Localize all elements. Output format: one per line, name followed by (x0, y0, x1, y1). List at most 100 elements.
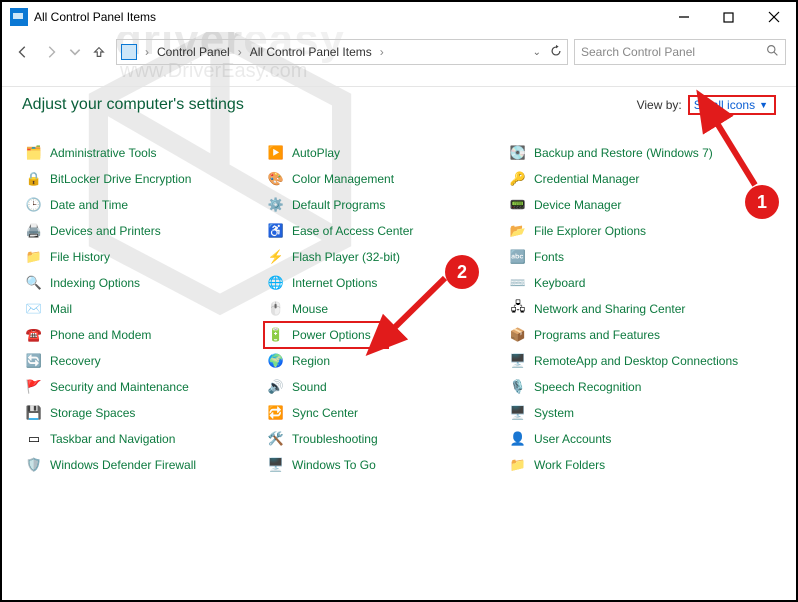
cp-item-indexing-options[interactable]: 🔍Indexing Options (22, 270, 262, 296)
item-label: Speech Recognition (534, 380, 641, 394)
item-label: BitLocker Drive Encryption (50, 172, 191, 186)
nav-up-button[interactable] (88, 41, 110, 63)
item-icon: 🖨️ (26, 223, 42, 239)
cp-item-bitlocker-drive-encryption[interactable]: 🔒 BitLocker Drive Encryption (22, 166, 262, 192)
cp-item-troubleshooting[interactable]: 🛠️Troubleshooting (264, 426, 504, 452)
item-icon: 🌐 (268, 275, 284, 291)
item-label: RemoteApp and Desktop Connections (534, 354, 738, 368)
nav-forward-button[interactable] (40, 41, 62, 63)
item-icon: 📁 (510, 457, 526, 473)
item-label: Ease of Access Center (292, 224, 413, 238)
item-label: Sync Center (292, 406, 358, 420)
item-label: Fonts (534, 250, 564, 264)
nav-back-button[interactable] (12, 41, 34, 63)
chevron-right-icon[interactable]: › (141, 45, 153, 59)
control-panel-icon (121, 44, 137, 60)
cp-item-storage-spaces[interactable]: 💾Storage Spaces (22, 400, 262, 426)
item-icon: 🚩 (26, 379, 42, 395)
refresh-button[interactable] (549, 44, 563, 61)
cp-item-fonts[interactable]: 🔤 Fonts (506, 244, 746, 270)
annotation-badge-2: 2 (445, 255, 479, 289)
item-icon: ✉️ (26, 301, 42, 317)
item-icon: 🎨 (268, 171, 284, 187)
window-title: All Control Panel Items (34, 10, 661, 24)
cp-item-taskbar-and-navigation[interactable]: ▭Taskbar and Navigation (22, 426, 262, 452)
search-input[interactable]: Search Control Panel (574, 39, 786, 65)
cp-item-phone-and-modem[interactable]: ☎️Phone and Modem (22, 322, 262, 348)
history-dropdown-button[interactable]: ⌄ (533, 47, 541, 58)
search-placeholder: Search Control Panel (581, 45, 695, 59)
item-label: Color Management (292, 172, 394, 186)
breadcrumb-seg[interactable]: Control Panel (157, 45, 230, 59)
cp-item-administrative-tools[interactable]: 🗂️ Administrative Tools (22, 140, 262, 166)
item-label: Power Options (292, 328, 371, 342)
cp-item-network-and-sharing-center[interactable]: 🖧Network and Sharing Center (506, 296, 746, 322)
item-icon: 🖧 (510, 301, 526, 317)
cp-item-system[interactable]: 🖥️ System (506, 400, 746, 426)
cp-item-keyboard[interactable]: ⌨️Keyboard (506, 270, 746, 296)
view-by-label: View by: (637, 98, 682, 112)
item-label: Devices and Printers (50, 224, 161, 238)
cp-item-device-manager[interactable]: 📟 Device Manager (506, 192, 746, 218)
cp-item-devices-and-printers[interactable]: 🖨️ Devices and Printers (22, 218, 262, 244)
cp-item-sync-center[interactable]: 🔁Sync Center (264, 400, 504, 426)
item-label: Windows To Go (292, 458, 376, 472)
cp-item-power-options[interactable]: 🔋Power Options (264, 322, 388, 348)
cp-item-default-programs[interactable]: ⚙️Default Programs (264, 192, 504, 218)
item-label: Device Manager (534, 198, 621, 212)
chevron-right-icon[interactable]: › (234, 45, 246, 59)
item-icon: 🗂️ (26, 145, 42, 161)
cp-item-file-explorer-options[interactable]: 📂File Explorer Options (506, 218, 746, 244)
item-label: Administrative Tools (50, 146, 157, 160)
item-label: Security and Maintenance (50, 380, 189, 394)
item-icon: 📦 (510, 327, 526, 343)
item-icon: ♿ (268, 223, 284, 239)
cp-item-sound[interactable]: 🔊Sound (264, 374, 504, 400)
item-icon: 🔒 (26, 171, 42, 187)
item-label: Work Folders (534, 458, 605, 472)
cp-item-windows-defender-firewall[interactable]: 🛡️Windows Defender Firewall (22, 452, 262, 478)
annotation-badge-1: 1 (745, 185, 779, 219)
cp-item-windows-to-go[interactable]: 🖥️Windows To Go (264, 452, 504, 478)
cp-item-mail[interactable]: ✉️ Mail (22, 296, 262, 322)
cp-item-remoteapp-and-desktop-connections[interactable]: 🖥️RemoteApp and Desktop Connections (506, 348, 746, 374)
view-by-dropdown[interactable]: Small icons ▼ (688, 95, 776, 115)
item-icon: 📟 (510, 197, 526, 213)
item-label: Region (292, 354, 330, 368)
cp-item-user-accounts[interactable]: 👤User Accounts (506, 426, 746, 452)
cp-item-security-and-maintenance[interactable]: 🚩 Security and Maintenance (22, 374, 262, 400)
cp-item-credential-manager[interactable]: 🔑Credential Manager (506, 166, 746, 192)
item-icon: 🔍 (26, 275, 42, 291)
nav-recent-button[interactable] (68, 41, 82, 63)
cp-item-autoplay[interactable]: ▶️AutoPlay (264, 140, 504, 166)
cp-item-programs-and-features[interactable]: 📦Programs and Features (506, 322, 746, 348)
cp-item-file-history[interactable]: 📁File History (22, 244, 262, 270)
cp-item-mouse[interactable]: 🖱️Mouse (264, 296, 504, 322)
cp-item-work-folders[interactable]: 📁 Work Folders (506, 452, 746, 478)
breadcrumb[interactable]: › Control Panel › All Control Panel Item… (116, 39, 568, 65)
view-by-value: Small icons (694, 98, 755, 112)
cp-item-recovery[interactable]: 🔄Recovery (22, 348, 262, 374)
breadcrumb-seg[interactable]: All Control Panel Items (250, 45, 372, 59)
close-button[interactable] (751, 2, 796, 32)
cp-item-color-management[interactable]: 🎨 Color Management (264, 166, 504, 192)
item-icon: 🔤 (510, 249, 526, 265)
maximize-button[interactable] (706, 2, 751, 32)
cp-item-speech-recognition[interactable]: 🎙️Speech Recognition (506, 374, 746, 400)
item-label: Default Programs (292, 198, 385, 212)
item-icon: ▶️ (268, 145, 284, 161)
item-label: Mail (50, 302, 72, 316)
chevron-right-icon[interactable]: › (376, 45, 388, 59)
cp-item-ease-of-access-center[interactable]: ♿ Ease of Access Center (264, 218, 504, 244)
cp-item-date-and-time[interactable]: 🕒Date and Time (22, 192, 262, 218)
cp-item-region[interactable]: 🌍Region (264, 348, 504, 374)
item-icon: 🕒 (26, 197, 42, 213)
item-icon: 🔊 (268, 379, 284, 395)
item-label: System (534, 406, 574, 420)
item-icon: 🔄 (26, 353, 42, 369)
cp-item-backup-and-restore-windows-7[interactable]: 💽Backup and Restore (Windows 7) (506, 140, 746, 166)
item-icon: 📁 (26, 249, 42, 265)
item-icon: ☎️ (26, 327, 42, 343)
item-icon: 🖥️ (510, 405, 526, 421)
minimize-button[interactable] (661, 2, 706, 32)
